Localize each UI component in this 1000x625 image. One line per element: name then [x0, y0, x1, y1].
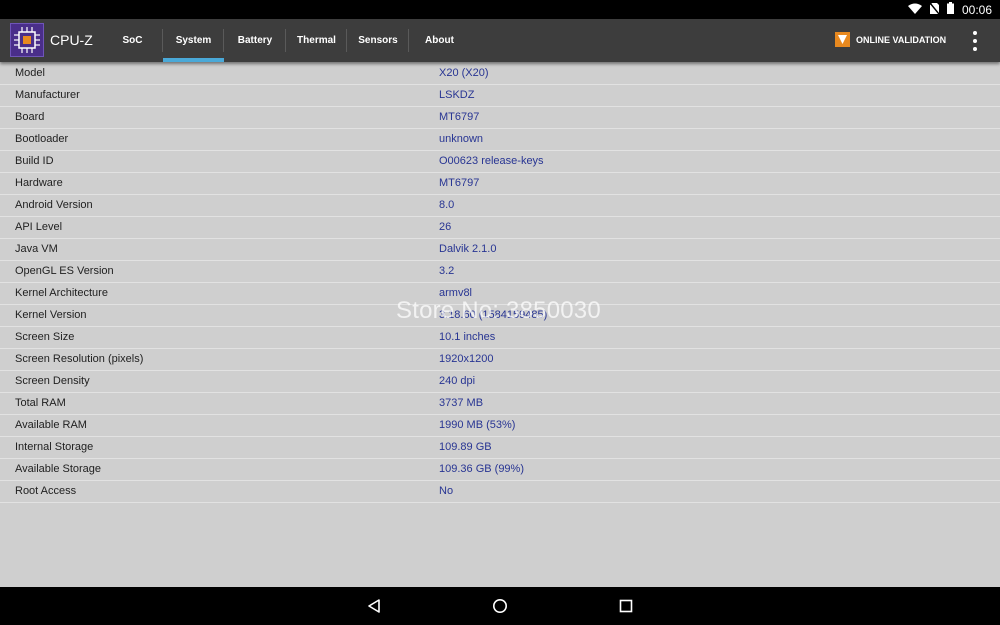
- info-row-opengl-es-version: OpenGL ES Version 3.2: [0, 261, 1000, 283]
- info-row-total-ram: Total RAM 3737 MB: [0, 393, 1000, 415]
- info-row-available-storage: Available Storage 109.36 GB (99%): [0, 459, 1000, 481]
- navigation-bar: [0, 587, 1000, 625]
- info-value: MT6797: [439, 111, 480, 123]
- info-row-hardware: Hardware MT6797: [0, 173, 1000, 195]
- info-row-api-level: API Level 26: [0, 217, 1000, 239]
- info-label: Root Access: [15, 485, 77, 497]
- info-row-screen-resolution: Screen Resolution (pixels) 1920x1200: [0, 349, 1000, 371]
- system-info-list: Model X20 (X20) Manufacturer LSKDZ Board MT…: [0, 63, 1000, 503]
- tab-system[interactable]: System: [163, 19, 224, 62]
- tab-thermal[interactable]: Thermal: [286, 19, 347, 62]
- info-row-board: Board MT6797: [0, 107, 1000, 129]
- info-row-build-id: Build ID O00623 release-keys: [0, 151, 1000, 173]
- no-sim-icon: [929, 2, 940, 17]
- info-value: 109.36 GB (99%): [439, 463, 524, 475]
- clock: 00:06: [961, 2, 992, 17]
- info-value: 240 dpi: [439, 375, 476, 387]
- tab-about[interactable]: About: [409, 19, 470, 62]
- info-label: Screen Size: [15, 331, 75, 343]
- info-value: LSKDZ: [439, 89, 475, 101]
- info-label: Total RAM: [15, 397, 66, 409]
- info-value: Dalvik 2.1.0: [439, 243, 497, 255]
- info-row-bootloader: Bootloader unknown: [0, 129, 1000, 151]
- info-value: MT6797: [439, 177, 480, 189]
- info-value: 8.0: [439, 199, 455, 211]
- info-label: Hardware: [15, 177, 63, 189]
- app-bar: CPU-Z SoC System Battery Thermal Sensors…: [0, 19, 1000, 62]
- info-row-internal-storage: Internal Storage 109.89 GB: [0, 437, 1000, 459]
- info-value: 1990 MB (53%): [439, 419, 516, 431]
- tab-soc[interactable]: SoC: [102, 19, 163, 62]
- info-label: Kernel Architecture: [15, 287, 108, 299]
- info-value: X20 (X20): [439, 67, 489, 79]
- info-label: Board: [15, 111, 45, 123]
- wifi-icon: [907, 3, 922, 17]
- info-value: 26: [439, 221, 452, 233]
- info-label: Android Version: [15, 199, 93, 211]
- tab-bar: SoC System Battery Thermal Sensors About: [102, 19, 470, 62]
- app-title: CPU-Z: [50, 32, 93, 48]
- validation-icon: [835, 32, 850, 47]
- info-value: 3737 MB: [439, 397, 484, 409]
- info-label: Available Storage: [15, 463, 102, 475]
- info-value: 1920x1200: [439, 353, 494, 365]
- info-value: O00623 release-keys: [439, 155, 544, 167]
- info-value: armv8l: [439, 287, 473, 299]
- tab-sensors[interactable]: Sensors: [347, 19, 409, 62]
- info-row-kernel-version: Kernel Version 3.18.60 (1584159485): [0, 305, 1000, 327]
- status-bar: 00:06: [0, 0, 1000, 19]
- info-value: 3.2: [439, 265, 455, 277]
- info-value: No: [439, 485, 454, 497]
- home-icon[interactable]: [491, 597, 509, 615]
- info-row-android-version: Android Version 8.0: [0, 195, 1000, 217]
- battery-icon: [946, 2, 954, 17]
- info-row-screen-density: Screen Density 240 dpi: [0, 371, 1000, 393]
- info-label: Java VM: [15, 243, 58, 255]
- info-label: Internal Storage: [15, 441, 94, 453]
- info-row-java-vm: Java VM Dalvik 2.1.0: [0, 239, 1000, 261]
- info-row-manufacturer: Manufacturer LSKDZ: [0, 85, 1000, 107]
- info-label: OpenGL ES Version: [15, 265, 114, 277]
- info-row-model: Model X20 (X20): [0, 63, 1000, 85]
- online-validation-button[interactable]: ONLINE VALIDATION: [835, 32, 946, 47]
- more-vert-icon[interactable]: [968, 31, 982, 51]
- info-row-kernel-architecture: Kernel Architecture armv8l: [0, 283, 1000, 305]
- info-label: Build ID: [15, 155, 54, 167]
- info-label: API Level: [15, 221, 63, 233]
- info-row-screen-size: Screen Size 10.1 inches: [0, 327, 1000, 349]
- info-label: Model: [15, 67, 45, 79]
- tab-battery[interactable]: Battery: [224, 19, 286, 62]
- info-label: Screen Density: [15, 375, 90, 387]
- info-value: 109.89 GB: [439, 441, 492, 453]
- info-label: Manufacturer: [15, 89, 80, 101]
- info-label: Available RAM: [15, 419, 87, 431]
- recents-icon[interactable]: [617, 597, 635, 615]
- cpu-chip-icon[interactable]: [10, 23, 44, 57]
- info-value: 3.18.60 (1584159485): [439, 309, 548, 321]
- info-label: Screen Resolution (pixels): [15, 353, 144, 365]
- info-value: unknown: [439, 133, 484, 145]
- info-value: 10.1 inches: [439, 331, 496, 343]
- info-label: Bootloader: [15, 133, 69, 145]
- online-validation-label: ONLINE VALIDATION: [856, 34, 947, 45]
- info-row-root-access: Root Access No: [0, 481, 1000, 503]
- info-label: Kernel Version: [15, 309, 87, 321]
- info-row-available-ram: Available RAM 1990 MB (53%): [0, 415, 1000, 437]
- back-icon[interactable]: [365, 597, 383, 615]
